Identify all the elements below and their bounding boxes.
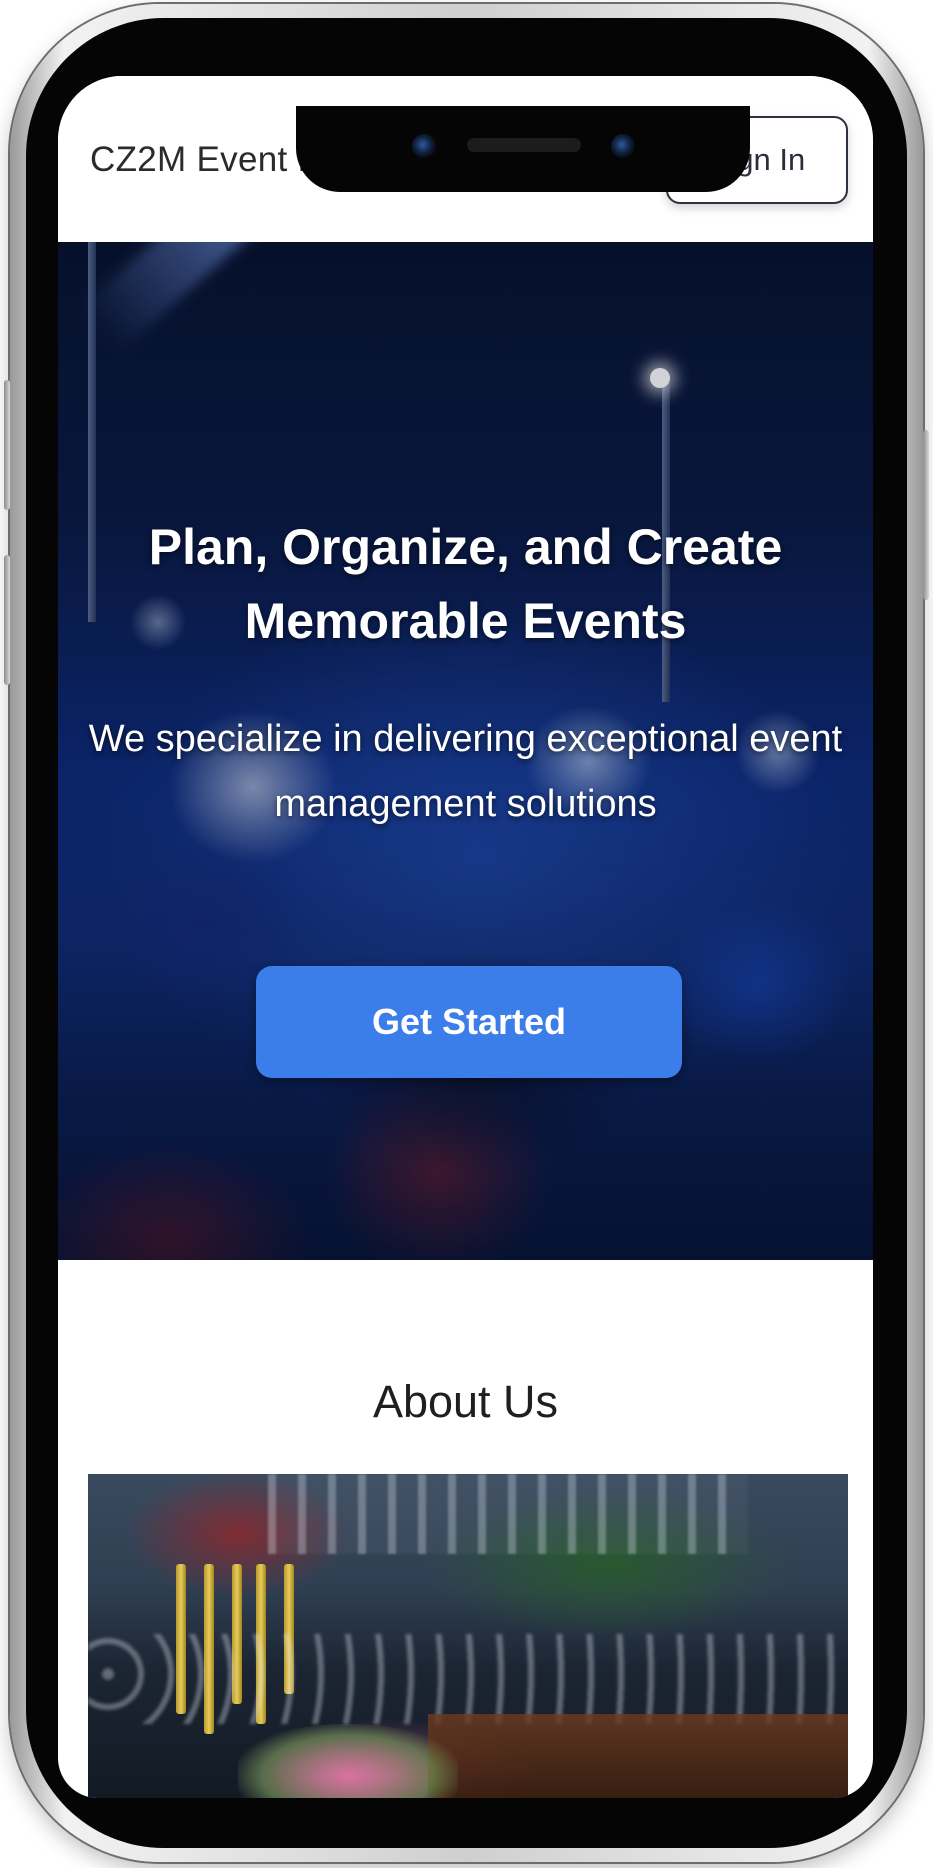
device-screen: CZ2M Event Management Sign In Plan, Orga… (58, 76, 873, 1798)
hero-title: Plan, Organize, and Create Memorable Eve… (148, 519, 783, 649)
about-image-flowers (238, 1724, 458, 1798)
power-button (923, 430, 929, 600)
sensor-icon (611, 134, 635, 158)
about-us-heading: About Us (372, 1376, 559, 1427)
volume-up-button (4, 380, 10, 510)
about-image-glassware (88, 1634, 848, 1724)
volume-down-button (4, 555, 10, 685)
front-camera-icon (412, 134, 436, 158)
about-image-backdrop (268, 1474, 748, 1554)
hero-section: Plan, Organize, and Create Memorable Eve… (58, 242, 873, 1260)
get-started-button[interactable]: Get Started (256, 966, 682, 1078)
speaker-grille (467, 138, 581, 152)
about-image-table (428, 1714, 848, 1798)
hero-subtitle: We specialize in delivering exceptional … (88, 718, 843, 825)
about-us-image (88, 1474, 848, 1798)
